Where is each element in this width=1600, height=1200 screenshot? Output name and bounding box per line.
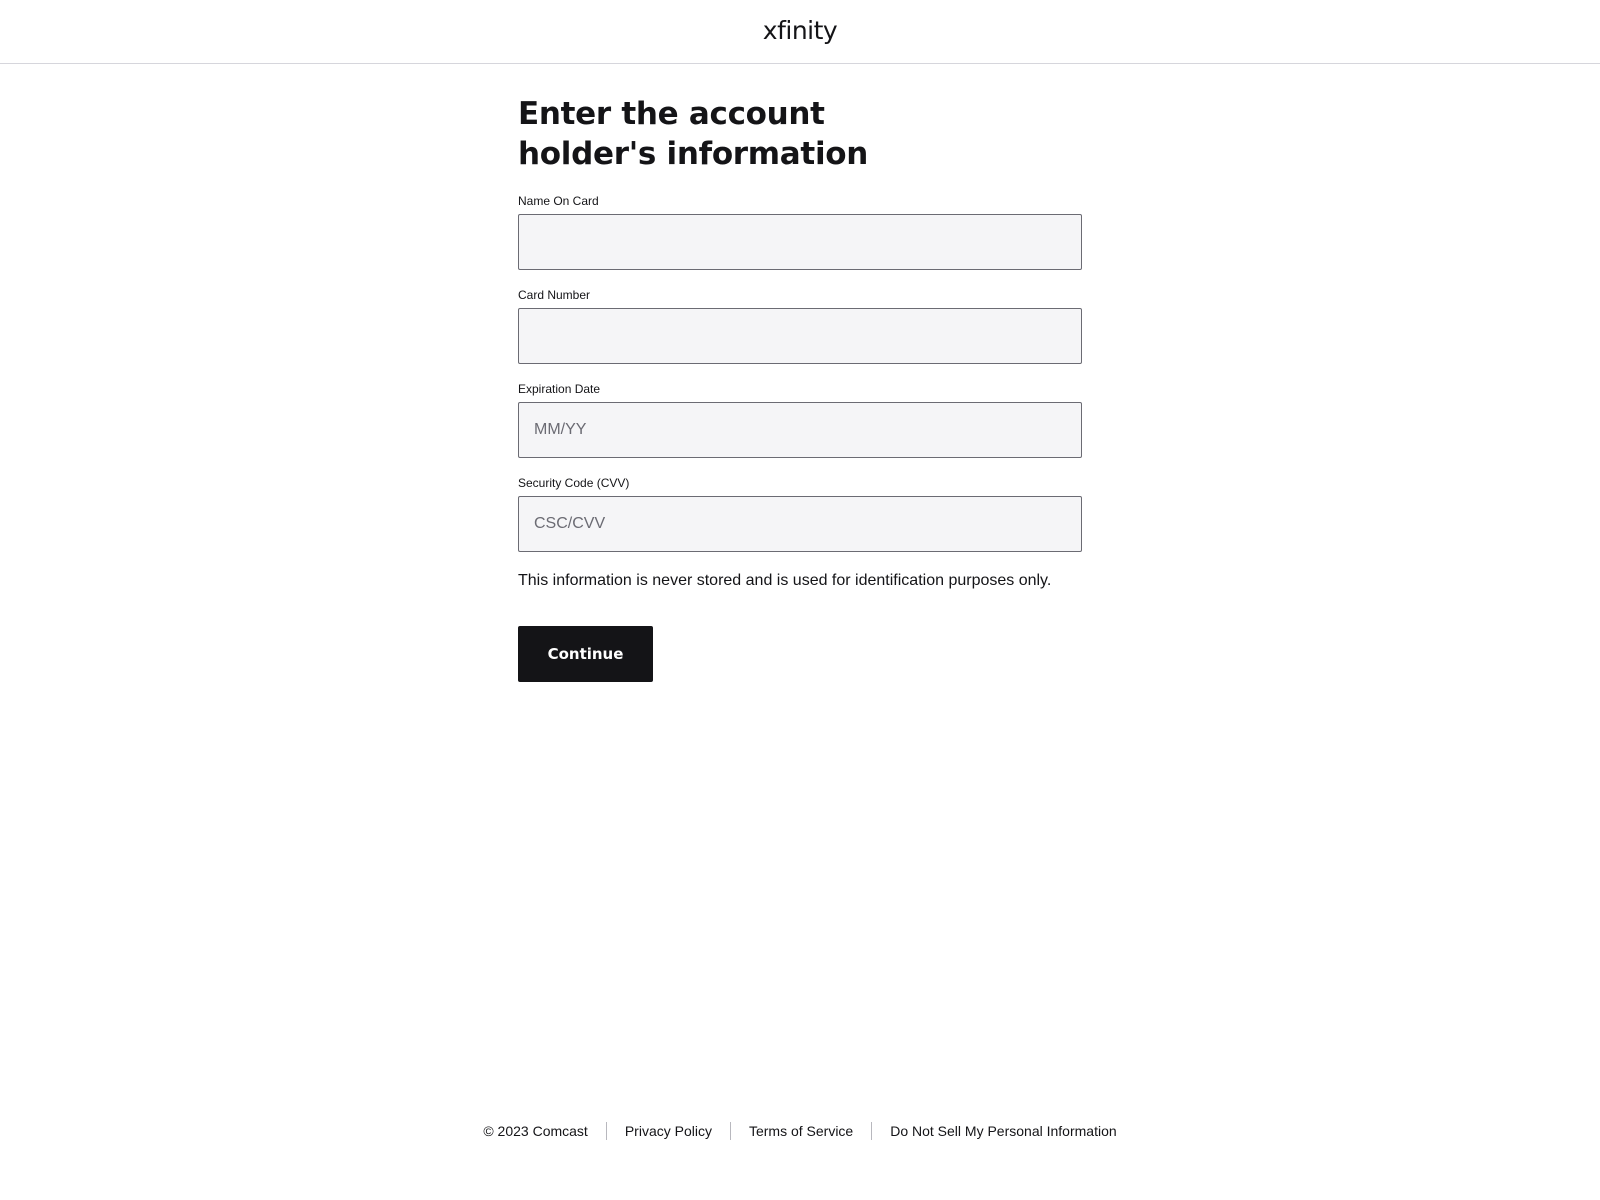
xfinity-logo[interactable]: xfinity: [763, 16, 838, 45]
account-holder-form: Enter the account holder's information N…: [518, 94, 1082, 682]
name-on-card-label: Name On Card: [518, 194, 599, 208]
name-on-card-input[interactable]: [518, 214, 1082, 270]
name-on-card-group: Name On Card: [518, 194, 1082, 270]
card-number-label: Card Number: [518, 288, 591, 302]
expiration-date-input[interactable]: [518, 402, 1082, 458]
security-code-label: Security Code (CVV): [518, 476, 630, 490]
page: xfinity Enter the account holder's infor…: [0, 0, 1600, 1200]
copyright-text: © 2023 Comcast: [483, 1123, 588, 1139]
card-number-group: Card Number: [518, 288, 1082, 364]
page-title: Enter the account holder's information: [518, 96, 869, 172]
privacy-note: This information is never stored and is …: [518, 572, 1052, 589]
site-header: xfinity: [0, 0, 1600, 64]
expiration-date-label: Expiration Date: [518, 382, 601, 396]
continue-button[interactable]: Continue: [518, 626, 653, 682]
expiration-date-group: Expiration Date: [518, 382, 1082, 458]
site-footer: © 2023 Comcast Privacy Policy Terms of S…: [0, 1122, 1600, 1140]
security-code-group: Security Code (CVV): [518, 476, 1082, 552]
security-code-input[interactable]: [518, 496, 1082, 552]
terms-of-service-link[interactable]: Terms of Service: [731, 1122, 871, 1140]
card-number-input[interactable]: [518, 308, 1082, 364]
privacy-policy-link[interactable]: Privacy Policy: [607, 1122, 730, 1140]
do-not-sell-link[interactable]: Do Not Sell My Personal Information: [872, 1122, 1116, 1140]
